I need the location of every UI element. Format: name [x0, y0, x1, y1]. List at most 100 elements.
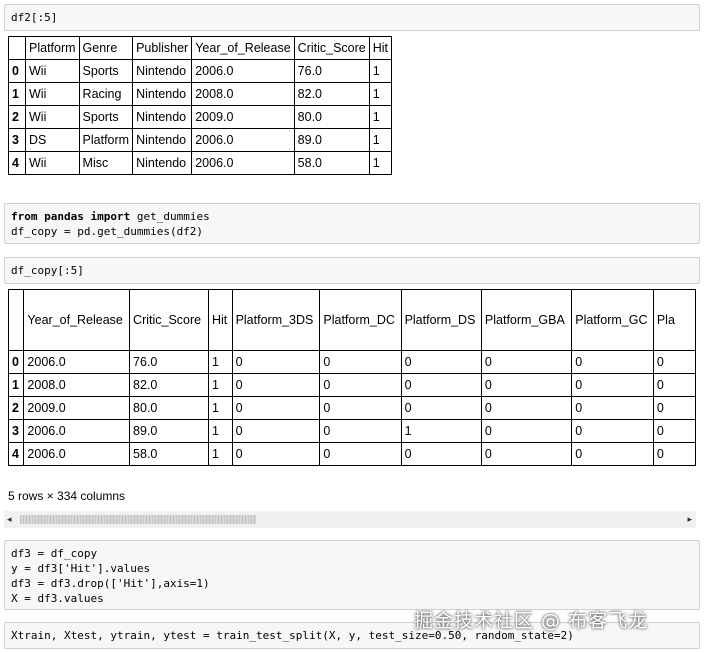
- table-cell: 0: [400, 442, 482, 466]
- watermark-text: 掘金技术社区 @ 布客飞龙: [414, 610, 649, 632]
- table-header-row: Platform Genre Publisher Year_of_Release…: [8, 36, 393, 60]
- table-row: 3 2006.0 89.0 1 0 0 1 0 0 0: [8, 419, 696, 443]
- code-line: df_copy = pd.get_dummies(df2): [11, 225, 204, 238]
- table-row: 0 2006.0 76.0 1 0 0 0 0 0 0: [8, 350, 696, 374]
- table-cell: Nintendo: [132, 82, 193, 106]
- code-block: df3 = df_copy y = df3['Hit'].values df3 …: [5, 541, 699, 611]
- row-index: 4: [8, 151, 26, 175]
- table-cell: 1: [368, 105, 393, 129]
- column-header: Publisher: [132, 36, 193, 60]
- table-cell: Sports: [78, 59, 134, 83]
- column-header: Platform_GBA: [480, 289, 573, 351]
- table-cell: Wii: [25, 59, 80, 83]
- row-index: 4: [8, 442, 25, 466]
- horizontal-scrollbar[interactable]: ◂ ▸: [4, 511, 696, 528]
- row-index: 1: [8, 82, 26, 106]
- row-index: 0: [8, 350, 25, 374]
- table-cell: Nintendo: [132, 128, 193, 152]
- code-line: X = df3.values: [11, 592, 104, 605]
- row-index: 3: [8, 419, 25, 443]
- table-cell: Sports: [78, 105, 134, 129]
- table-cell: 0: [571, 350, 654, 374]
- table-cell: 1: [368, 151, 393, 175]
- table-cell: 1: [368, 82, 393, 106]
- dataframe-table-1: Platform Genre Publisher Year_of_Release…: [8, 36, 393, 175]
- table-cell: 76.0: [293, 59, 370, 83]
- table-cell: 2006.0: [191, 151, 295, 175]
- keyword-import: import: [90, 210, 131, 223]
- table-cell: 0: [319, 350, 402, 374]
- table-cell: 82.0: [293, 82, 370, 106]
- table-cell: 58.0: [293, 151, 370, 175]
- column-header: Critic_Score: [293, 36, 370, 60]
- column-header: Year_of_Release: [191, 36, 295, 60]
- table-cell: 0: [400, 373, 482, 397]
- table-row: 3 DS Platform Nintendo 2006.0 89.0 1: [8, 128, 393, 152]
- table-row: 4 2006.0 58.0 1 0 0 0 0 0 0: [8, 442, 696, 466]
- scroll-right-icon[interactable]: ▸: [687, 514, 692, 525]
- code-cell-3[interactable]: df_copy[:5]: [4, 257, 700, 284]
- column-header: Pla: [652, 289, 696, 351]
- table-row: 0 Wii Sports Nintendo 2006.0 76.0 1: [8, 59, 393, 83]
- table-cell: 0: [571, 396, 654, 420]
- scrollbar-thumb[interactable]: [20, 515, 256, 524]
- table-cell: 0: [480, 396, 573, 420]
- code-block: from pandas import get_dummies df_copy =…: [5, 204, 699, 244]
- table-cell: 0: [652, 396, 696, 420]
- column-header: Hit: [207, 289, 233, 351]
- code-line: df3 = df3.drop(['Hit'],axis=1): [11, 577, 210, 590]
- table-cell: Wii: [25, 151, 80, 175]
- code-line: df2[:5]: [11, 11, 58, 24]
- table-cell: 0: [571, 373, 654, 397]
- table-cell: Nintendo: [132, 105, 193, 129]
- code-line: df3 = df_copy: [11, 547, 98, 560]
- table-row: 2 Wii Sports Nintendo 2009.0 80.0 1: [8, 105, 393, 129]
- table-cell: 1: [400, 419, 482, 443]
- code-line: df_copy[:5]: [11, 264, 84, 277]
- module-name: pandas: [44, 210, 84, 223]
- table-row: 1 Wii Racing Nintendo 2008.0 82.0 1: [8, 82, 393, 106]
- table-cell: 0: [231, 373, 321, 397]
- table-cell: 0: [319, 396, 402, 420]
- table-cell: 1: [207, 419, 233, 443]
- output-area[interactable]: Year_of_Release Critic_Score Hit Platfor…: [8, 289, 696, 477]
- table-cell: Misc: [78, 151, 134, 175]
- table-cell: 0: [319, 442, 402, 466]
- dataframe-table-2: Year_of_Release Critic_Score Hit Platfor…: [8, 289, 696, 466]
- table-cell: 0: [652, 419, 696, 443]
- table-cell: 0: [231, 350, 321, 374]
- table-cell: 0: [652, 373, 696, 397]
- table-cell: 2008.0: [191, 82, 295, 106]
- table-row: 1 2008.0 82.0 1 0 0 0 0 0 0: [8, 373, 696, 397]
- table-cell: 2009.0: [23, 396, 131, 420]
- table-cell: Nintendo: [132, 151, 193, 175]
- code-text: get_dummies: [136, 210, 210, 223]
- table-row: 2 2009.0 80.0 1 0 0 0 0 0 0: [8, 396, 696, 420]
- column-header: Platform_DS: [400, 289, 482, 351]
- code-cell-1[interactable]: df2[:5]: [4, 4, 700, 31]
- table-cell: 2009.0: [191, 105, 295, 129]
- table-cell: 1: [207, 396, 233, 420]
- table-cell: 89.0: [293, 128, 370, 152]
- shape-note: 5 rows × 334 columns: [8, 489, 126, 503]
- column-header: [8, 36, 26, 60]
- table-cell: 0: [319, 373, 402, 397]
- table-cell: 76.0: [129, 350, 209, 374]
- table-cell: Nintendo: [132, 59, 193, 83]
- table-cell: Platform: [78, 128, 134, 152]
- table-cell: 82.0: [129, 373, 209, 397]
- table-cell: 0: [400, 396, 482, 420]
- code-line: y = df3['Hit'].values: [11, 562, 151, 575]
- column-header: Critic_Score: [129, 289, 209, 351]
- row-index: 1: [8, 373, 25, 397]
- code-cell-4[interactable]: df3 = df_copy y = df3['Hit'].values df3 …: [4, 540, 700, 610]
- scroll-left-icon[interactable]: ◂: [7, 514, 12, 525]
- row-index: 3: [8, 128, 26, 152]
- table-cell: 2008.0: [23, 373, 131, 397]
- keyword-from: from: [11, 210, 38, 223]
- code-cell-2[interactable]: from pandas import get_dummies df_copy =…: [4, 203, 700, 244]
- table-cell: 2006.0: [191, 128, 295, 152]
- column-header: Genre: [78, 36, 134, 60]
- table-cell: 0: [480, 419, 573, 443]
- table-cell: 1: [207, 350, 233, 374]
